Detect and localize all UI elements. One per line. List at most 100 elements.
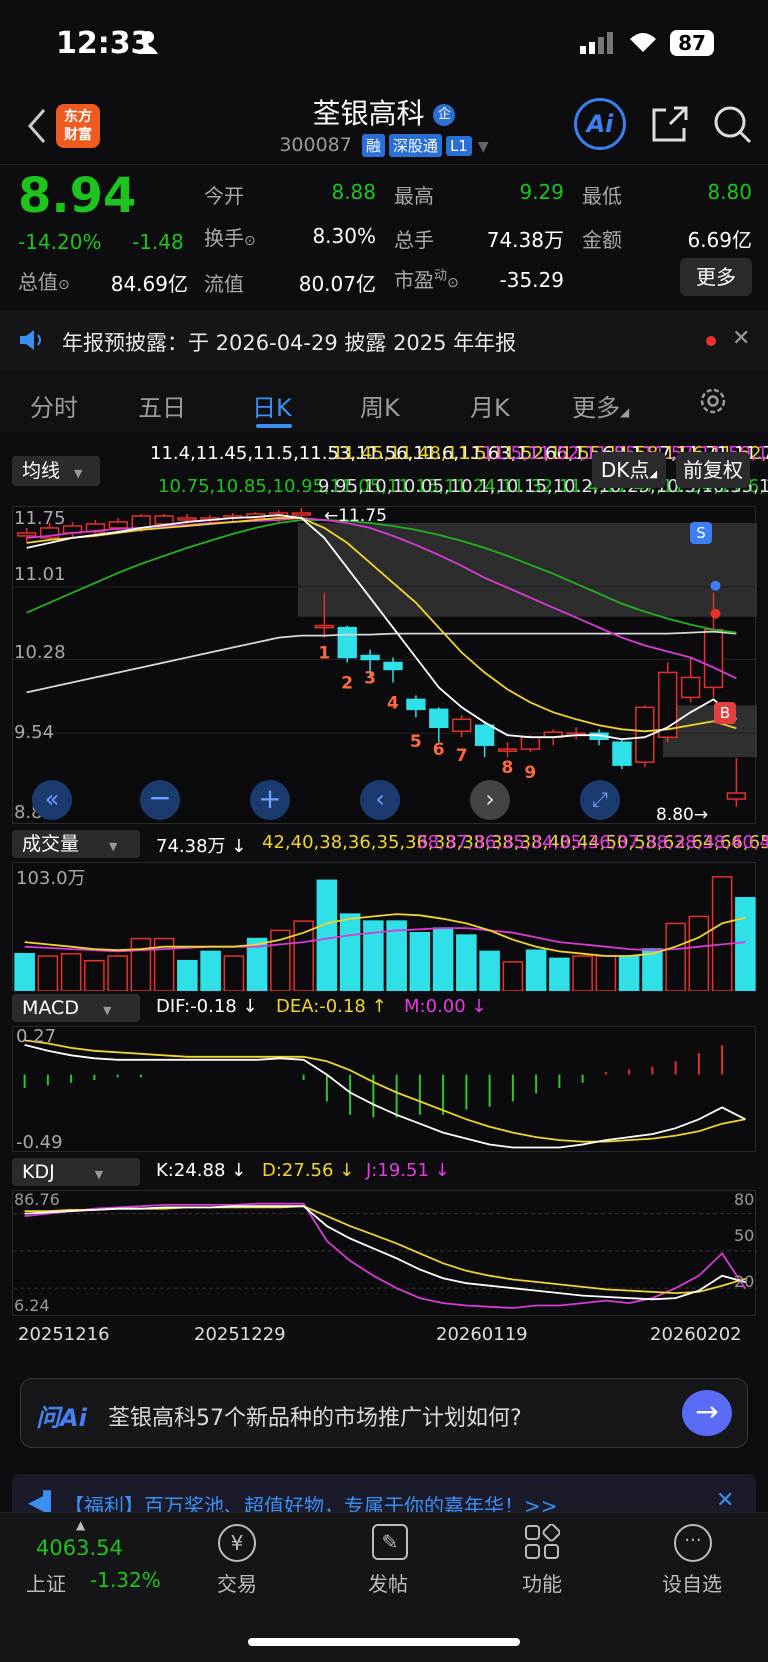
kdj-chart[interactable] bbox=[12, 1190, 757, 1316]
market-cap-value: 84.69亿 bbox=[110, 272, 188, 296]
td-signal: 5 bbox=[410, 732, 422, 752]
notice-text: 年报预披露：于 2026-04-29 披露 2025 年年报 bbox=[62, 331, 517, 355]
sell-signal[interactable]: S bbox=[690, 522, 712, 544]
scroll-left-icon[interactable]: ‹ bbox=[360, 780, 400, 820]
date-label-2: 20251229 bbox=[194, 1324, 286, 1345]
candle-body bbox=[360, 654, 380, 661]
watchlist-icon[interactable]: ··· bbox=[674, 1524, 712, 1562]
volume-bar bbox=[711, 876, 733, 992]
zoom-in-icon[interactable]: + bbox=[250, 780, 290, 820]
ai-button-icon[interactable]: Ai bbox=[574, 98, 626, 150]
candle-body bbox=[406, 698, 426, 711]
nav-post[interactable]: 发帖 bbox=[338, 1568, 438, 1597]
float-cap-value: 80.07亿 bbox=[298, 272, 376, 296]
dropdown-icon[interactable]: ▼ bbox=[478, 139, 489, 155]
macd-select[interactable]: MACD ▼ bbox=[12, 994, 140, 1022]
candle-body bbox=[131, 515, 151, 529]
candle-body bbox=[452, 718, 472, 733]
volume-max-label: 103.0万 bbox=[16, 868, 86, 889]
share-icon[interactable] bbox=[650, 104, 690, 148]
float-cap-label: 流值 bbox=[204, 272, 244, 296]
macd-bottom-label: -0.49 bbox=[16, 1132, 63, 1153]
function-icon[interactable] bbox=[524, 1523, 561, 1564]
volume-bar bbox=[409, 931, 431, 992]
kdj-right-20: 20 bbox=[734, 1272, 755, 1291]
kdj-svg bbox=[13, 1202, 757, 1309]
scroll-left-fast-icon[interactable]: « bbox=[32, 780, 72, 820]
high-label: 最高 bbox=[394, 184, 434, 208]
volume-bar bbox=[107, 955, 128, 992]
resistance-zone bbox=[298, 523, 757, 617]
candle-body bbox=[429, 708, 449, 729]
search-icon[interactable] bbox=[712, 104, 754, 150]
scroll-right-icon[interactable]: › bbox=[470, 780, 510, 820]
macd-dea: DEA:-0.18 ↑ bbox=[276, 996, 387, 1017]
td-signal: 4 bbox=[387, 693, 399, 713]
change-amount: -1.48 bbox=[132, 230, 184, 254]
macd-chart[interactable] bbox=[12, 1026, 756, 1152]
volume-select[interactable]: 成交量 ▼ bbox=[12, 830, 140, 858]
kline-chart[interactable]: 1234567 89 bbox=[12, 506, 757, 824]
adjust-button[interactable]: 前复权 bbox=[676, 452, 750, 488]
info-icon: ⊙ bbox=[244, 233, 256, 249]
candle-body bbox=[726, 792, 747, 800]
index-value[interactable]: 4063.54 bbox=[36, 1536, 123, 1560]
kdj-right-50: 50 bbox=[734, 1226, 755, 1245]
ai-question-text: 荃银高科57个新品种的市场推广计划如何? bbox=[108, 1406, 522, 1431]
td-signal: 2 bbox=[341, 673, 353, 693]
stock-detail-screen: 12:33 87 东方 财富 荃银高科 企 300087 融深股通 L1 ▼ Ai … bbox=[0, 0, 768, 1662]
volume-bar bbox=[618, 955, 640, 992]
tab-five-day[interactable]: 五日 bbox=[138, 388, 186, 423]
dk-point-button[interactable]: DK点◢ bbox=[592, 452, 666, 488]
more-quote-button[interactable]: 更多 bbox=[680, 258, 752, 296]
nav-function[interactable]: 功能 bbox=[492, 1568, 592, 1597]
kdj-right-80: 80 bbox=[734, 1190, 755, 1209]
tab-daily-k[interactable]: 日K bbox=[252, 388, 292, 423]
tag-margin: 融 bbox=[361, 134, 385, 157]
tab-weekly-k[interactable]: 周K bbox=[360, 388, 400, 423]
nav-trade[interactable]: 交易 bbox=[187, 1568, 287, 1597]
pe-label: 市盈动⊙ bbox=[394, 268, 459, 292]
settings-icon[interactable] bbox=[698, 386, 728, 420]
megaphone-icon: ◀▌ bbox=[28, 1490, 59, 1514]
candle-body bbox=[680, 676, 701, 699]
kdj-select[interactable]: KDJ ▼ bbox=[12, 1158, 140, 1186]
fullscreen-icon[interactable]: ⤢ bbox=[580, 780, 620, 820]
index-up-icon: ▲ bbox=[76, 1518, 86, 1532]
post-icon[interactable]: ✎ bbox=[372, 1524, 408, 1560]
nav-add-watchlist[interactable]: 设自选 bbox=[642, 1568, 742, 1597]
home-indicator bbox=[248, 1638, 520, 1646]
candle-body bbox=[108, 521, 128, 529]
volume-chart[interactable] bbox=[12, 862, 756, 992]
tab-more[interactable]: 更多◢ bbox=[572, 388, 629, 423]
macd-svg bbox=[23, 1039, 746, 1149]
candle-body bbox=[474, 724, 495, 746]
y-label-4: 9.54 bbox=[14, 722, 55, 743]
enterprise-badge: 企 bbox=[433, 104, 456, 126]
low-value: 8.80 bbox=[707, 180, 752, 204]
close-icon[interactable]: ✕ bbox=[732, 326, 750, 351]
tab-intraday[interactable]: 分时 bbox=[30, 388, 78, 423]
zoom-out-icon[interactable]: − bbox=[140, 780, 180, 820]
send-arrow-icon[interactable]: → bbox=[682, 1390, 732, 1436]
volume-bar bbox=[339, 913, 361, 992]
y-label-top: 11.75 bbox=[14, 508, 66, 529]
candle-body bbox=[154, 515, 174, 525]
kdj-j: J:19.51 ↓ bbox=[366, 1160, 450, 1181]
date-label-3: 20260119 bbox=[436, 1324, 528, 1345]
indicator-select[interactable]: 均线 ▼ bbox=[12, 456, 100, 486]
promo-close-icon[interactable]: ✕ bbox=[716, 1488, 734, 1513]
tab-monthly-k[interactable]: 月K bbox=[470, 388, 510, 423]
turnover-label: 换手⊙ bbox=[204, 226, 256, 250]
candle-body bbox=[703, 628, 724, 689]
buy-signal[interactable]: B bbox=[714, 702, 736, 724]
td-signal: 1 bbox=[318, 644, 330, 664]
candle-body bbox=[612, 741, 632, 766]
candle-body bbox=[383, 661, 403, 671]
volume-bar bbox=[549, 957, 570, 992]
td-signal: 8 bbox=[501, 758, 513, 778]
trade-icon[interactable]: ¥ bbox=[218, 1524, 256, 1562]
tag-connect: 深股通 bbox=[388, 134, 442, 157]
volume-bar bbox=[200, 950, 221, 992]
macd-top-label: 0.27 bbox=[16, 1026, 57, 1047]
